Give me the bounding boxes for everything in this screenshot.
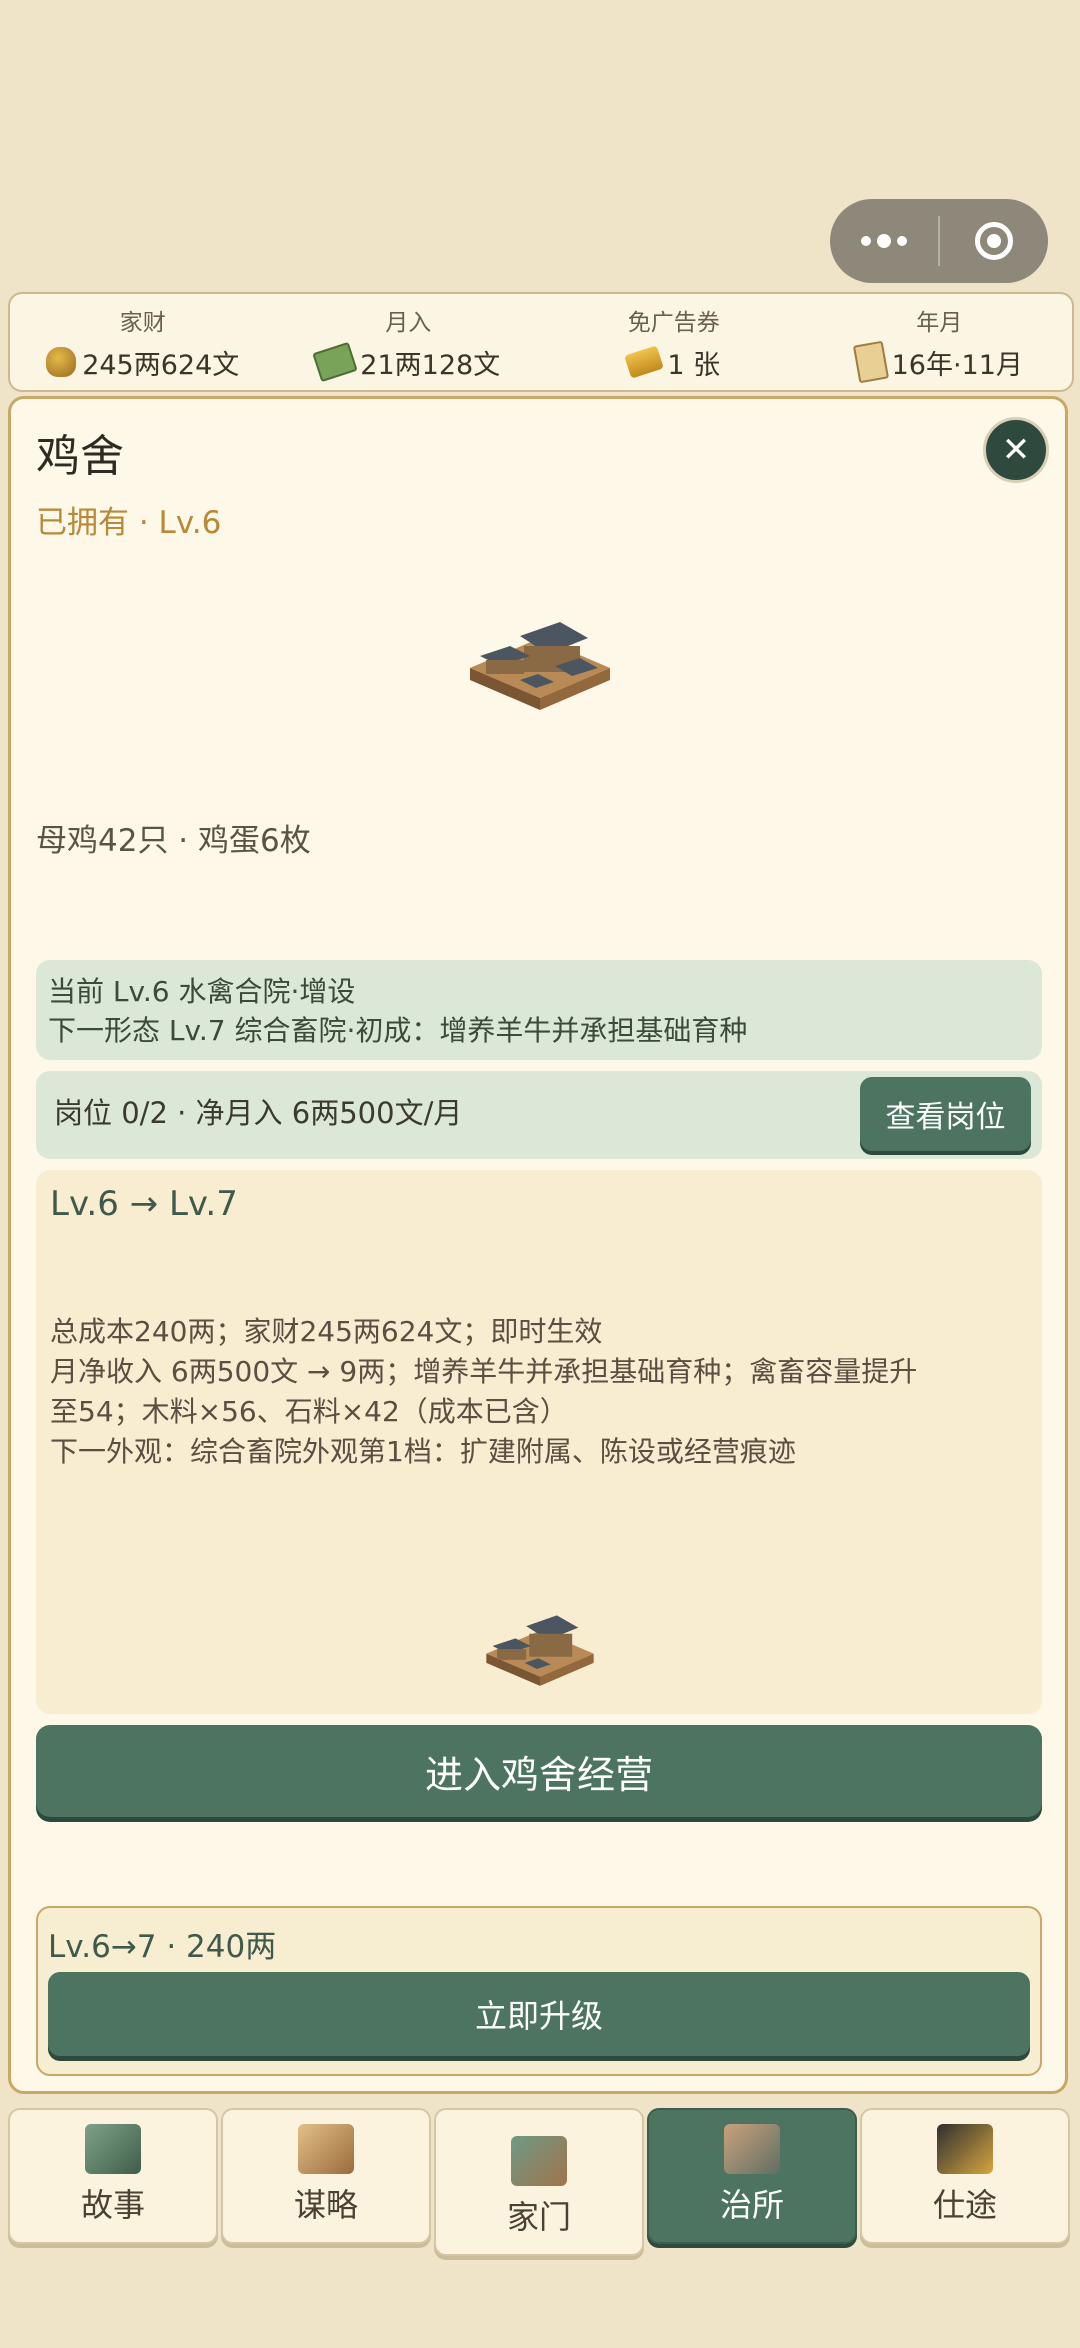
tab-story[interactable]: 故事 (8, 2108, 218, 2244)
close-miniprogram-icon[interactable] (940, 199, 1048, 283)
current-form: 当前 Lv.6 水禽合院·增设 (48, 975, 356, 1008)
money-bag-icon (46, 347, 77, 377)
stat-ad-ticket: 免广告券 1 张 (541, 294, 807, 390)
quick-upgrade-cost: Lv.6→7 · 240两 (48, 1929, 277, 1965)
posts-info: 岗位 0/2 · 净月入 6两500文/月 (54, 1096, 463, 1130)
stat-label: 免广告券 (627, 309, 720, 336)
more-menu-icon[interactable] (830, 199, 938, 283)
house-icon (511, 2136, 567, 2186)
strategy-scroll-icon (298, 2124, 354, 2174)
tab-label: 谋略 (293, 2186, 358, 2224)
stat-value: 1 张 (667, 349, 721, 381)
mini-program-capsule (830, 199, 1048, 283)
stat-income: 月入 21两128文 (276, 294, 542, 390)
stat-label: 年月 (916, 309, 963, 336)
official-hat-icon (937, 2124, 993, 2174)
upgrade-now-button[interactable]: 立即升级 (48, 1972, 1030, 2056)
tab-label: 家门 (506, 2198, 571, 2236)
stat-value: 245两624文 (82, 349, 240, 381)
stat-date: 年月 16年·11月 (807, 294, 1073, 390)
stat-value: 21两128文 (360, 349, 501, 381)
close-icon: ✕ (1001, 430, 1031, 470)
upgrade-line: 月净收入 6两500文 → 9两；增养羊牛并承担基础育种；禽畜容量提升 (50, 1355, 918, 1388)
livestock-stock: 母鸡42只 · 鸡蛋6枚 (36, 823, 311, 859)
stat-label: 月入 (385, 309, 432, 336)
stat-value: 16年·11月 (891, 349, 1023, 381)
scroll-icon (852, 340, 889, 384)
tab-label: 故事 (80, 2186, 145, 2224)
stat-wealth: 家财 245两624文 (10, 294, 276, 390)
upgrade-line: 总成本240两；家财245两624文；即时生效 (50, 1315, 603, 1348)
cash-icon (312, 341, 359, 383)
upgrade-line: 至54；木料×56、石料×42（成本已含） (50, 1395, 568, 1428)
building-illustration (470, 622, 610, 710)
stat-label: 家财 (119, 309, 166, 336)
tab-office[interactable]: 治所 (647, 2108, 857, 2244)
tab-house[interactable]: 家门 (434, 2108, 644, 2256)
next-building-illustration (486, 1615, 594, 1686)
story-book-icon (85, 2124, 141, 2174)
level-change: Lv.6 → Lv.7 (50, 1184, 238, 1224)
upgrade-line: 下一外观：综合畜院外观第1档：扩建附属、陈设或经营痕迹 (50, 1435, 796, 1468)
tab-label: 治所 (719, 2186, 784, 2224)
tab-label: 仕途 (932, 2186, 997, 2224)
owned-level: 已拥有 · Lv.6 (36, 505, 222, 541)
pavilion-icon (724, 2124, 780, 2174)
tab-strategy[interactable]: 谋略 (221, 2108, 431, 2244)
next-form: 下一形态 Lv.7 综合畜院·初成：增养羊牛并承担基础育种 (48, 1014, 748, 1047)
view-posts-button[interactable]: 查看岗位 (860, 1077, 1031, 1151)
building-title: 鸡舍 (36, 431, 124, 482)
tab-career[interactable]: 仕途 (860, 2108, 1070, 2244)
close-button[interactable]: ✕ (983, 417, 1049, 483)
enter-management-button[interactable]: 进入鸡舍经营 (36, 1725, 1042, 1817)
stats-bar: 家财 245两624文 月入 21两128文 免广告券 1 张 年月 16年·1… (8, 292, 1074, 392)
form-info-box: 当前 Lv.6 水禽合院·增设 下一形态 Lv.7 综合畜院·初成：增养羊牛并承… (36, 960, 1042, 1060)
upgrade-description: 总成本240两；家财245两624文；即时生效 月净收入 6两500文 → 9两… (50, 1312, 1030, 1472)
ticket-icon (624, 345, 665, 379)
